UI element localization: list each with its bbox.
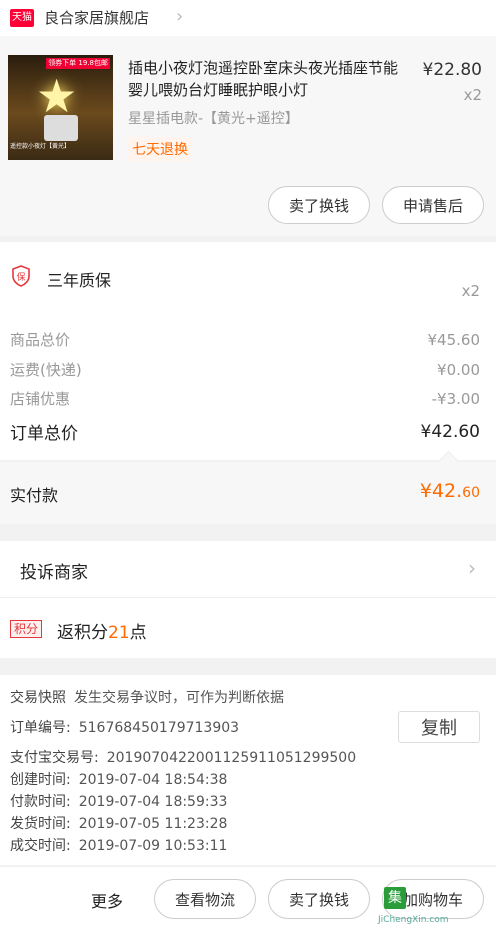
order-total-row: 订单总价 ¥42.60 <box>10 419 480 445</box>
coupon-tag: 领券下单 19.8包邮 <box>46 58 110 69</box>
alipay-number-value: 2019070422001125911051299500 <box>106 750 357 766</box>
watermark-text: JiChengXin.com <box>378 915 449 925</box>
subtotal-value: ¥45.60 <box>427 330 481 349</box>
warranty-quantity: x2 <box>461 282 480 300</box>
store-header[interactable]: 天猫 良合家居旗舰店 › <box>0 0 496 36</box>
discount-label: 店铺优惠 <box>10 390 71 408</box>
subtotal-label: 商品总价 <box>10 331 71 349</box>
order-total-value: ¥42.60 <box>420 421 480 442</box>
thumb-caption: 遥控款小夜灯【黄光】 <box>10 143 71 150</box>
points-row: 积分 返积分21点 <box>0 598 496 658</box>
order-totals: 保 三年质保 x2 商品总价 ¥45.60 运费(快递) ¥0.00 店铺优惠 … <box>0 242 496 460</box>
chevron-right-icon[interactable]: › <box>468 556 476 580</box>
tmall-badge: 天猫 <box>10 9 34 27</box>
more-button[interactable]: 更多 <box>91 888 123 912</box>
sell-exchange-footer-button[interactable]: 卖了换钱 <box>268 879 370 919</box>
sell-exchange-button[interactable]: 卖了换钱 <box>268 186 370 224</box>
footer-action-bar: 更多 查看物流 卖了换钱 加购物车 集 JiChengXin.com <box>0 867 496 935</box>
copy-button[interactable]: 复制 <box>398 711 480 743</box>
product-price: ¥22.80 <box>422 60 482 80</box>
snapshot-value: 发生交易争议时，可作为判断依据 <box>74 690 284 706</box>
order-number-line: 订单编号: 516768450179713903 <box>10 717 239 737</box>
order-number-label: 订单编号: <box>10 720 71 736</box>
shipping-row: 运费(快递) ¥0.00 <box>10 359 480 380</box>
alipay-number-line: 支付宝交易号: 2019070422001125911051299500 <box>10 747 356 767</box>
product-title[interactable]: 插电小夜灯泡遥控卧室床头夜光插座节能婴儿喂奶台灯睡眠护眼小灯 <box>128 57 400 101</box>
discount-row: 店铺优惠 -¥3.00 <box>10 388 480 409</box>
order-info: 交易快照 发生交易争议时，可作为判断依据 订单编号: 516768450179713… <box>0 675 496 865</box>
subtotal-row: 商品总价 ¥45.60 <box>10 329 480 350</box>
product-sku: 星星插电款-【黄光+遥控】 <box>128 111 299 127</box>
product-card[interactable]: ★ 领券下单 19.8包邮 遥控款小夜灯【黄光】 插电小夜灯泡遥控卧室床头夜光插… <box>0 36 496 236</box>
shipped-time-line: 发货时间: 2019-07-05 11:23:28 <box>10 816 228 832</box>
plug-icon <box>44 115 78 141</box>
order-number-value: 516768450179713903 <box>78 720 240 736</box>
points-badge: 积分 <box>10 620 43 638</box>
snapshot-label: 交易快照 <box>10 690 66 706</box>
completed-time-line: 成交时间: 2019-07-09 10:53:11 <box>10 838 228 854</box>
warranty-shield-icon: 保 <box>12 265 30 287</box>
alipay-number-label: 支付宝交易号: <box>10 750 99 766</box>
after-sale-button[interactable]: 申请售后 <box>382 186 484 224</box>
product-quantity: x2 <box>463 86 482 104</box>
chevron-right-icon[interactable]: › <box>176 6 183 27</box>
points-number: 21 <box>108 623 130 643</box>
paid-label: 实付款 <box>10 486 59 505</box>
store-name[interactable]: 良合家居旗舰店 <box>44 7 149 28</box>
shipping-value: ¥0.00 <box>437 360 480 379</box>
warranty-label: 三年质保 <box>47 271 112 290</box>
complain-merchant-label[interactable]: 投诉商家 <box>20 558 88 583</box>
complain-merchant-row[interactable]: 投诉商家 › <box>0 541 496 598</box>
return-policy-badge: 七天退换 <box>128 137 192 161</box>
svg-text:保: 保 <box>16 271 25 283</box>
points-text: 返积分21点 <box>57 623 147 643</box>
paid-amount-section: 实付款 ¥42.60 <box>0 450 496 524</box>
view-logistics-button[interactable]: 查看物流 <box>154 879 256 919</box>
product-thumbnail[interactable]: ★ 领券下单 19.8包邮 遥控款小夜灯【黄光】 <box>8 55 113 160</box>
created-time-line: 创建时间: 2019-07-04 18:54:38 <box>10 772 228 788</box>
paid-time-line: 付款时间: 2019-07-04 18:59:33 <box>10 794 228 810</box>
watermark-logo: 集 <box>384 887 406 909</box>
order-total-label: 订单总价 <box>10 424 78 444</box>
snapshot-line[interactable]: 交易快照 发生交易争议时，可作为判断依据 <box>10 687 284 707</box>
discount-value: -¥3.00 <box>431 389 480 408</box>
paid-amount: ¥42.60 <box>419 480 480 502</box>
shipping-label: 运费(快递) <box>10 361 82 379</box>
